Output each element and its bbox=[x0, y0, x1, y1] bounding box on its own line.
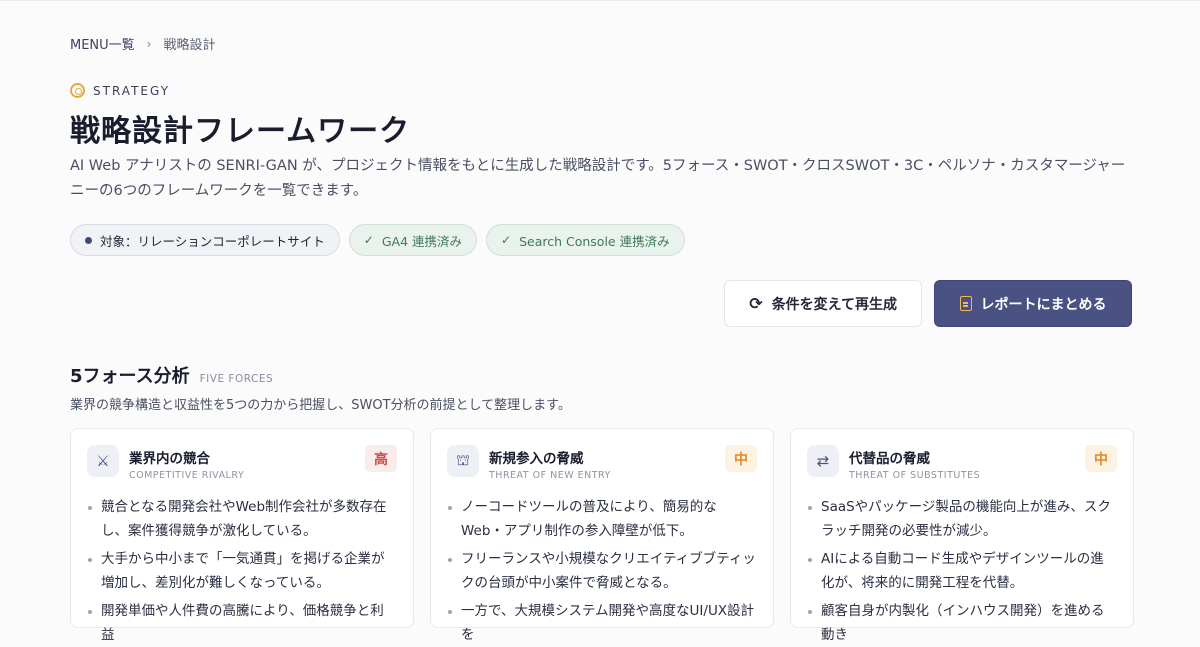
target-dot-icon bbox=[85, 236, 92, 244]
search-console-status-chip: ✓ Search Console 連携済み bbox=[486, 224, 685, 256]
list-item: AIによる自動コード生成やデザインツールの進化が、将来的に開発工程を代替。 bbox=[807, 547, 1117, 595]
force-card-new-entry: ⛫ 新規参入の脅威 THREAT OF NEW ENTRY 中 ノーコードツール… bbox=[430, 428, 774, 643]
card-subtitle: THREAT OF NEW ENTRY bbox=[489, 470, 611, 481]
card-title: 代替品の脅威 bbox=[849, 451, 930, 467]
list-item: ノーコードツールの普及により、簡易的なWeb・アプリ制作の参入障壁が低下。 bbox=[447, 495, 757, 543]
list-item: SaaSやパッケージ製品の機能向上が進み、スクラッチ開発の必要性が減少。 bbox=[807, 495, 1117, 543]
eyebrow: STRATEGY bbox=[70, 83, 170, 98]
page-description: AI Web アナリストの SENRI-GAN が、プロジェクト情報をもとに生成… bbox=[70, 158, 1126, 199]
swap-icon: ⇄ bbox=[807, 445, 839, 477]
card-subtitle: THREAT OF SUBSTITUTES bbox=[849, 470, 981, 481]
building-icon: ⛫ bbox=[447, 445, 479, 477]
report-button[interactable]: レポートにまとめる bbox=[934, 280, 1132, 327]
force-card-rivalry: ⚔ 業界内の競合 COMPETITIVE RIVALRY 高 競合となる開発会社… bbox=[70, 428, 414, 643]
page-title: 戦略設計フレームワーク bbox=[70, 114, 411, 149]
target-chip-label: 対象：リレーションコーポレートサイト bbox=[100, 233, 325, 249]
target-icon bbox=[70, 83, 85, 98]
card-bullets: ノーコードツールの普及により、簡易的なWeb・アプリ制作の参入障壁が低下。 フリ… bbox=[447, 495, 757, 647]
threat-level-badge: 高 bbox=[365, 445, 397, 472]
list-item: 顧客自身が内製化（インハウス開発）を進める動き bbox=[807, 599, 1117, 647]
check-icon: ✓ bbox=[501, 233, 512, 247]
threat-level-badge: 中 bbox=[725, 445, 757, 472]
action-buttons: ⟳ 条件を変えて再生成 レポートにまとめる bbox=[724, 280, 1132, 327]
card-subtitle: COMPETITIVE RIVALRY bbox=[129, 470, 245, 481]
threat-level-badge: 中 bbox=[1085, 445, 1117, 472]
list-item: 競合となる開発会社やWeb制作会社が多数存在し、案件獲得競争が激化している。 bbox=[87, 495, 397, 543]
card-title: 業界内の競合 bbox=[129, 451, 210, 467]
status-chips: 対象：リレーションコーポレートサイト ✓ GA4 連携済み ✓ Search C… bbox=[70, 224, 685, 256]
list-item: フリーランスや小規模なクリエイティブブティックの台頭が中小案件で脅威となる。 bbox=[447, 547, 757, 595]
top-border bbox=[0, 0, 1200, 1]
section-title: 5フォース分析 bbox=[70, 366, 190, 387]
regenerate-button-label: 条件を変えて再生成 bbox=[771, 296, 897, 313]
check-icon: ✓ bbox=[363, 233, 374, 247]
refresh-icon: ⟳ bbox=[749, 293, 763, 313]
crossed-swords-icon: ⚔ bbox=[87, 445, 119, 477]
card-bullets: SaaSやパッケージ製品の機能向上が進み、スクラッチ開発の必要性が減少。 AIに… bbox=[807, 495, 1117, 647]
report-button-label: レポートにまとめる bbox=[980, 296, 1107, 313]
target-chip: 対象：リレーションコーポレートサイト bbox=[70, 224, 340, 256]
card-bullets: 競合となる開発会社やWeb制作会社が多数存在し、案件獲得競争が激化している。 大… bbox=[87, 495, 397, 647]
section-tag: FIVE FORCES bbox=[199, 373, 274, 385]
ga4-status-label: GA4 連携済み bbox=[381, 233, 462, 249]
section-description: 業界の競争構造と収益性を5つの力から把握し、SWOT分析の前提として整理します。 bbox=[70, 398, 571, 413]
card-title: 新規参入の脅威 bbox=[489, 451, 584, 467]
force-cards: ⚔ 業界内の競合 COMPETITIVE RIVALRY 高 競合となる開発会社… bbox=[70, 428, 1134, 643]
list-item: 開発単価や人件費の高騰により、価格競争と利益 bbox=[87, 599, 397, 647]
list-item: 一方で、大規模システム開発や高度なUI/UX設計を bbox=[447, 599, 757, 647]
breadcrumb: MENU一覧 › 戦略設計 bbox=[70, 34, 216, 54]
section-header: 5フォース分析 FIVE FORCES bbox=[70, 362, 273, 388]
breadcrumb-current: 戦略設計 bbox=[163, 38, 216, 53]
document-icon bbox=[959, 296, 972, 311]
eyebrow-label: STRATEGY bbox=[93, 83, 171, 98]
ga4-status-chip: ✓ GA4 連携済み bbox=[348, 224, 477, 256]
breadcrumb-menu-link[interactable]: MENU一覧 bbox=[70, 34, 135, 53]
breadcrumb-separator-icon: › bbox=[146, 36, 152, 51]
list-item: 大手から中小まで「一気通貫」を掲げる企業が増加し、差別化が難しくなっている。 bbox=[87, 547, 397, 595]
force-card-substitutes: ⇄ 代替品の脅威 THREAT OF SUBSTITUTES 中 SaaSやパッ… bbox=[790, 428, 1134, 643]
search-console-status-label: Search Console 連携済み bbox=[519, 233, 670, 249]
regenerate-button[interactable]: ⟳ 条件を変えて再生成 bbox=[724, 280, 922, 327]
